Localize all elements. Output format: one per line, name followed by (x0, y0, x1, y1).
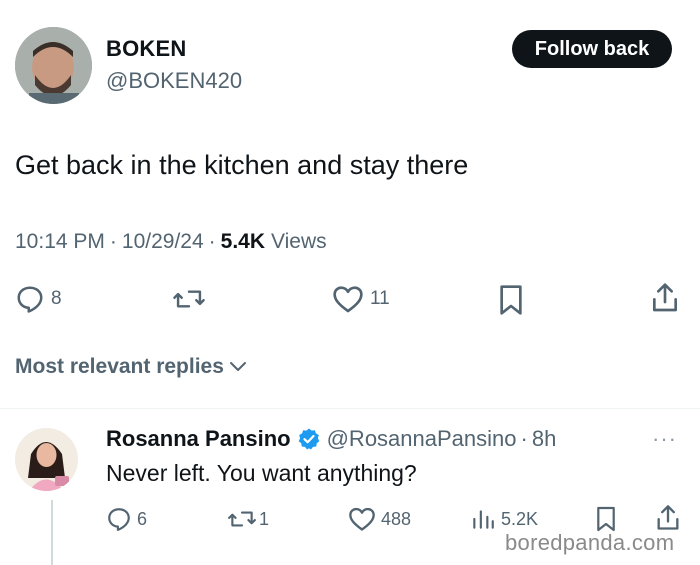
reply-separator: · (520, 426, 528, 451)
tweet-time[interactable]: 10:14 PM (15, 230, 105, 254)
avatar-photo (15, 428, 78, 491)
reply-like-action[interactable]: 488 (348, 506, 411, 532)
meta-separator: · (109, 230, 117, 253)
more-options-icon[interactable]: ··· (652, 426, 677, 452)
heart-icon (349, 507, 375, 531)
reply-author-handle[interactable]: @RosannaPansino (327, 426, 517, 452)
author-name[interactable]: BOKEN (106, 36, 186, 62)
reply-header: Rosanna Pansino @RosannaPansino · 8h (106, 426, 556, 452)
repost-action[interactable] (172, 284, 206, 314)
tweet-meta: 10:14 PM · 10/29/24 · 5.4K Views (15, 230, 327, 254)
reply-icon (17, 286, 43, 313)
bookmark-action[interactable] (497, 284, 525, 316)
reply-author-avatar[interactable] (15, 428, 78, 491)
bookmark-icon (597, 506, 615, 532)
reply-repost-count: 1 (259, 508, 270, 529)
follow-back-button[interactable]: Follow back (512, 30, 672, 68)
reply-age[interactable]: 8h (532, 426, 556, 452)
tweet-text: Get back in the kitchen and stay there (15, 150, 469, 180)
thread-line (51, 500, 53, 565)
reply-text: Never left. You want anything? (106, 460, 417, 486)
reply-reply-action[interactable]: 6 (106, 506, 147, 532)
author-avatar[interactable] (15, 27, 92, 104)
views-chart-icon (473, 510, 494, 529)
reply-author-name[interactable]: Rosanna Pansino (106, 426, 291, 452)
reply-bookmark-action[interactable] (595, 505, 617, 533)
tweet-date[interactable]: 10/29/24 (122, 230, 204, 254)
meta-separator: · (208, 230, 216, 253)
reply-views-action[interactable]: 5.2K (470, 506, 538, 532)
divider (0, 408, 700, 409)
reply-repost-action[interactable]: 1 (227, 506, 269, 532)
like-count: 11 (370, 288, 390, 309)
reply-sort-dropdown[interactable]: Most relevant replies (15, 355, 248, 379)
share-icon (653, 283, 678, 312)
reply-sort-label: Most relevant replies (15, 355, 224, 378)
heart-icon (333, 286, 363, 313)
reply-action[interactable]: 8 (15, 284, 62, 314)
chevron-down-icon (229, 362, 246, 371)
repost-icon (173, 290, 205, 308)
share-action[interactable] (650, 282, 680, 314)
watermark: boredpanda.com (505, 530, 675, 555)
reply-views-count: 5.2K (501, 508, 539, 529)
reply-icon (108, 508, 130, 531)
reply-reply-count: 6 (137, 508, 148, 529)
bookmark-icon (500, 285, 522, 315)
views-label: Views (271, 230, 327, 253)
reply-like-count: 488 (381, 508, 412, 529)
reply-share-action[interactable] (655, 504, 681, 532)
like-action[interactable]: 11 (332, 284, 390, 314)
views-count[interactable]: 5.4K (221, 230, 265, 254)
author-handle[interactable]: @BOKEN420 (106, 68, 242, 94)
share-icon (657, 505, 679, 530)
repost-icon (228, 511, 256, 527)
reply-count: 8 (51, 288, 62, 309)
verified-badge-icon (297, 427, 321, 451)
avatar-photo (15, 27, 92, 104)
